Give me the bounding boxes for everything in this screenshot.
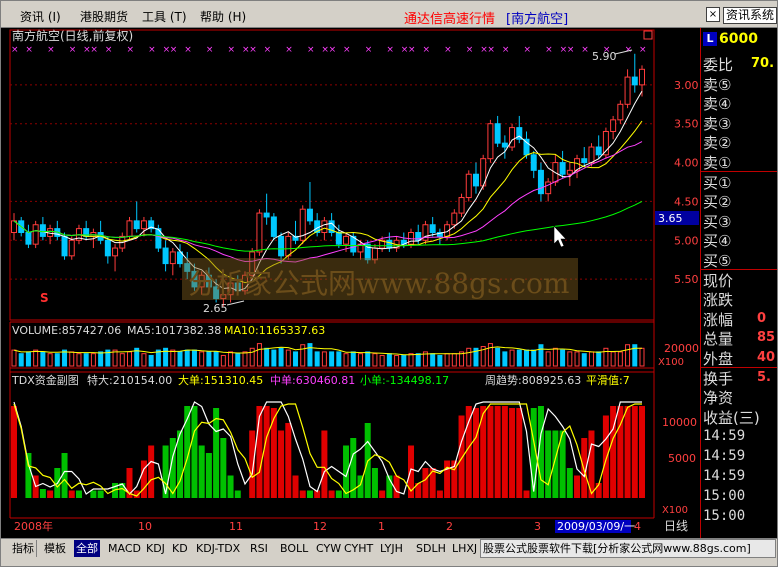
- app-window: 资讯 (I) 港股期货 工具 (T) 帮助 (H) 通达信高速行情 [南方航空]…: [0, 0, 778, 567]
- window-frame: [0, 0, 778, 567]
